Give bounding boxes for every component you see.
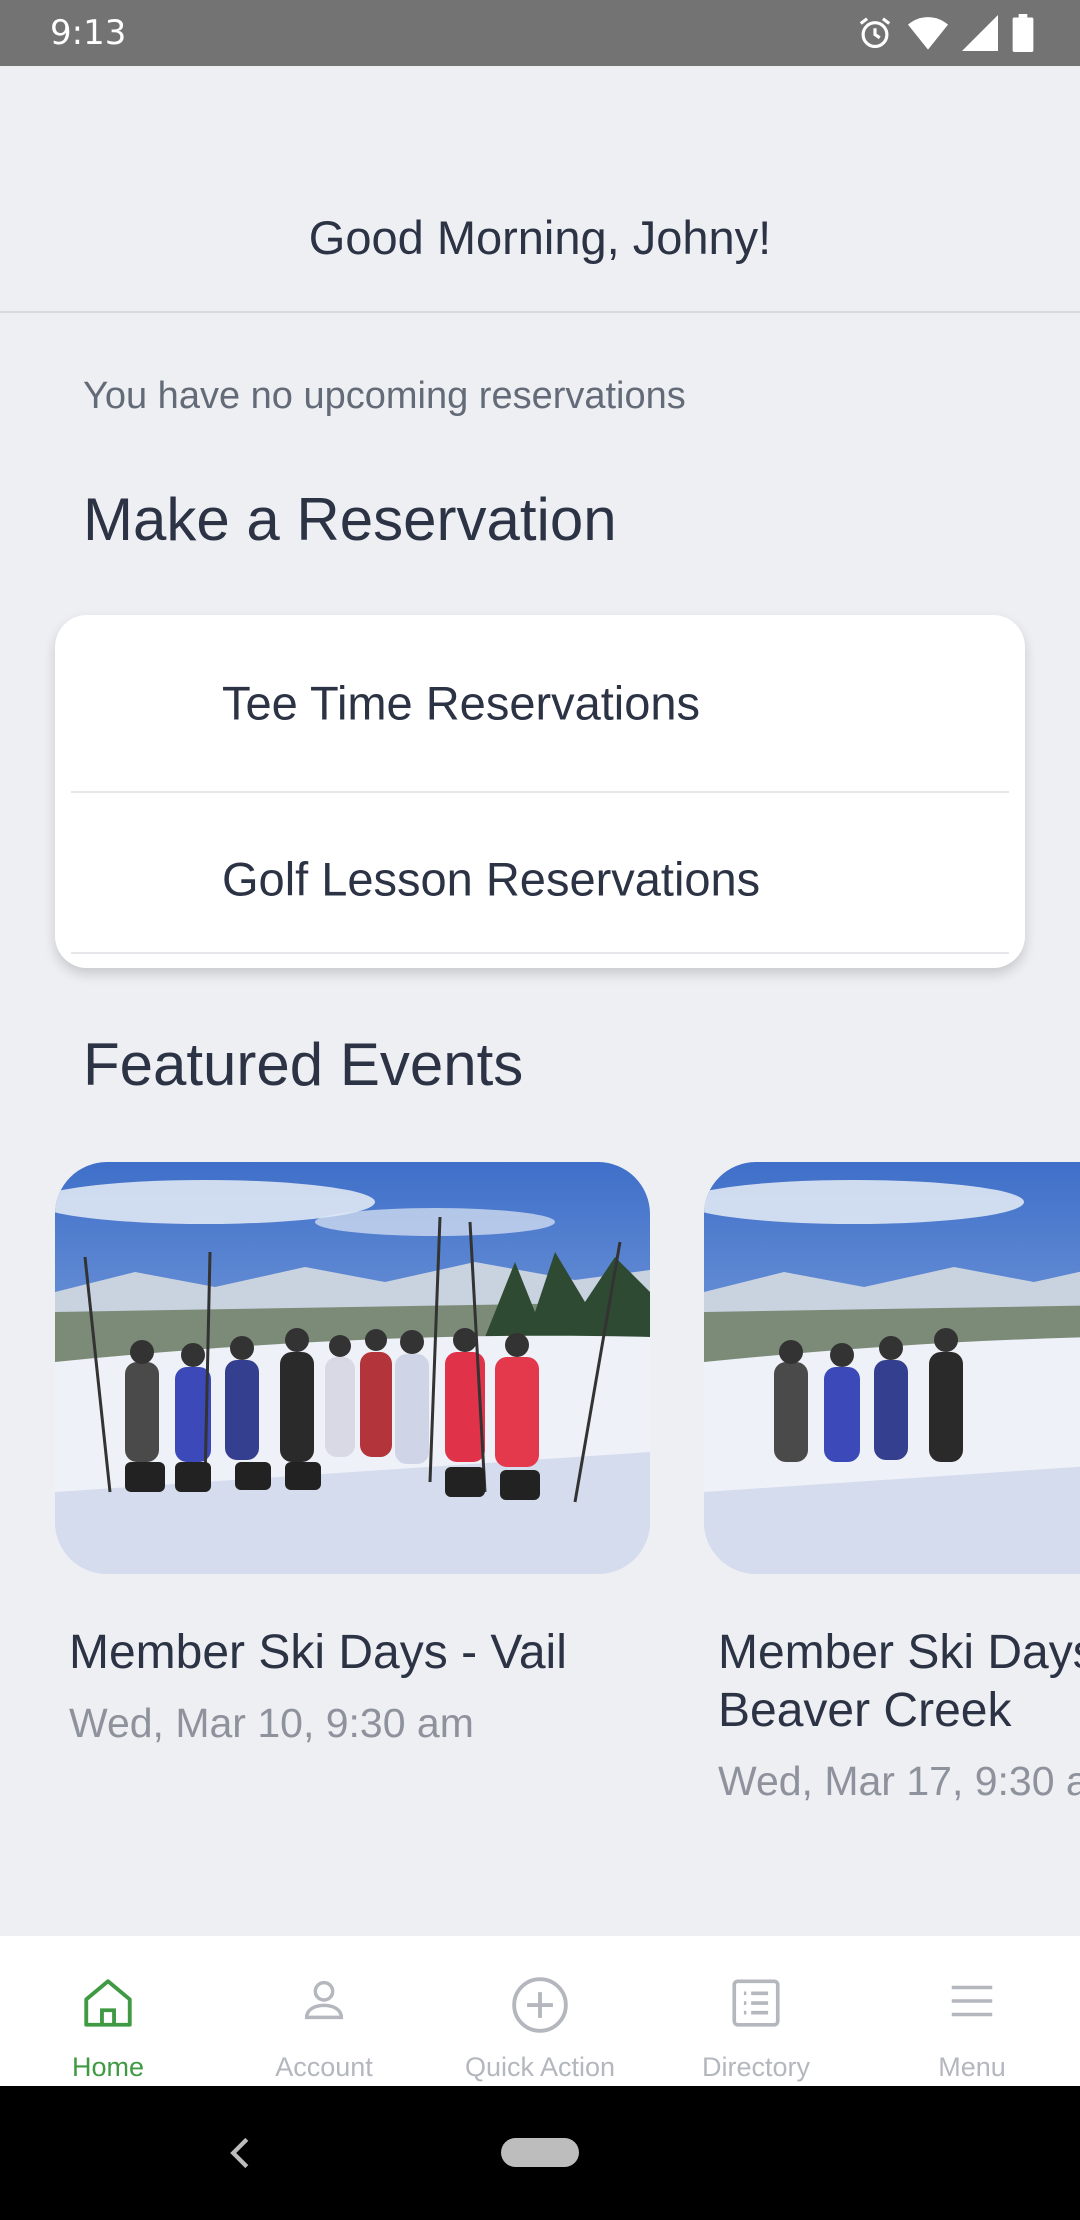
no-reservations-message: You have no upcoming reservations	[83, 375, 686, 417]
nav-home-label: Home	[71, 2052, 145, 2082]
golf-lesson-reservations-label: Golf Lesson Reservations	[222, 852, 761, 906]
event-date: Wed, Mar 17, 9:30 am	[718, 1758, 1080, 1804]
greeting-header: Good Morning, Johny!	[0, 66, 1080, 313]
event-title: Member Ski Days - Beaver Creek	[718, 1626, 1080, 1737]
list-document-icon	[727, 1974, 785, 2037]
featured-events-carousel[interactable]: Member Ski Days - Vail Wed, Mar 10, 9:30…	[0, 1162, 1080, 1822]
nav-quick-action[interactable]: Quick Action	[432, 1936, 648, 2086]
person-icon	[298, 1974, 350, 2031]
tee-time-reservations-item[interactable]: Tee Time Reservations	[55, 615, 1025, 791]
event-card[interactable]: Member Ski Days - Vail Wed, Mar 10, 9:30…	[55, 1162, 650, 1747]
nav-menu[interactable]: Menu	[864, 1936, 1080, 2086]
event-image[interactable]	[55, 1162, 650, 1574]
status-bar: 9:13	[0, 0, 1080, 66]
event-title: Member Ski Days - Vail	[69, 1626, 567, 1679]
nav-home[interactable]: Home	[0, 1936, 216, 2086]
divider	[71, 952, 1009, 954]
alarm-icon	[856, 14, 894, 52]
golf-lesson-reservations-item[interactable]: Golf Lesson Reservations	[55, 791, 1025, 967]
greeting-text: Good Morning, Johny!	[308, 211, 772, 264]
event-date: Wed, Mar 10, 9:30 am	[69, 1700, 474, 1746]
nav-quick-action-label: Quick Action	[464, 2052, 616, 2082]
nav-directory[interactable]: Directory	[648, 1936, 864, 2086]
featured-events-title: Featured Events	[83, 1031, 524, 1098]
nav-account-label: Account	[275, 2052, 373, 2082]
battery-icon	[1012, 14, 1034, 52]
bottom-navigation: Home Account Quick Action Directory Menu	[0, 1936, 1080, 2086]
wifi-icon	[908, 14, 948, 52]
nav-directory-label: Directory	[701, 2052, 810, 2082]
signal-icon	[962, 15, 998, 51]
make-reservation-title: Make a Reservation	[83, 486, 617, 553]
reservation-card: Tee Time Reservations Golf Lesson Reserv…	[55, 615, 1025, 968]
status-time: 9:13	[50, 13, 127, 53]
plus-circle-icon	[509, 1974, 571, 2041]
nav-account[interactable]: Account	[216, 1936, 432, 2086]
home-icon	[79, 1974, 137, 2037]
status-icons	[856, 14, 1034, 52]
back-chevron-icon[interactable]	[225, 2136, 255, 2175]
system-navigation-bar	[0, 2086, 1080, 2220]
home-pill-button[interactable]	[501, 2138, 579, 2167]
tee-time-reservations-label: Tee Time Reservations	[222, 676, 701, 730]
event-card[interactable]: Member Ski Days - Beaver Creek Wed, Mar …	[704, 1162, 1080, 1805]
nav-menu-label: Menu	[938, 2052, 1006, 2082]
event-image[interactable]	[704, 1162, 1080, 1574]
hamburger-menu-icon	[945, 1974, 999, 2033]
